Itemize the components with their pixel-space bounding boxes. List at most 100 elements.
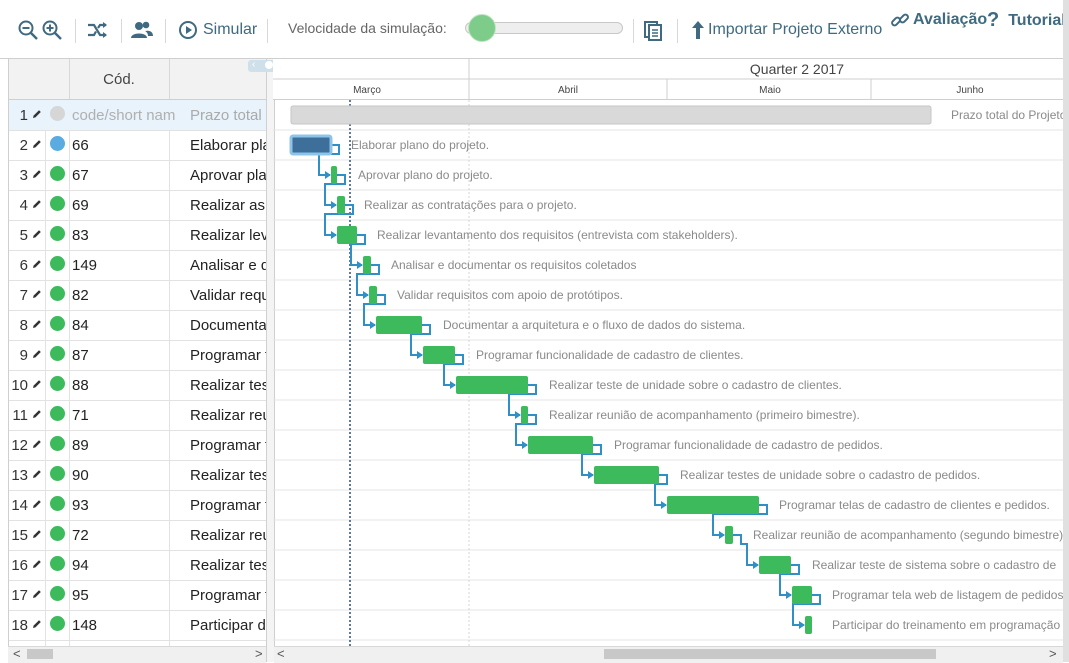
edit-pencil-icon[interactable] (32, 259, 42, 269)
edit-pencil-icon[interactable] (32, 199, 42, 209)
gantt-task-bar[interactable] (369, 286, 377, 304)
zoom-in-button[interactable] (41, 19, 63, 41)
gantt-task-bar[interactable] (521, 406, 528, 424)
cell-name[interactable]: Realizar test (190, 377, 270, 394)
cell-name[interactable]: Analisar e do (190, 257, 270, 274)
cell-cod[interactable]: 95 (72, 587, 89, 604)
gantt-task-bar[interactable] (376, 316, 422, 334)
table-row[interactable]: 2 66 Elaborar pla (9, 130, 271, 161)
edit-pencil-icon[interactable] (32, 349, 42, 359)
vertical-scrollbar[interactable] (1063, 0, 1069, 662)
cell-cod[interactable]: 66 (72, 137, 89, 154)
edit-pencil-icon[interactable] (32, 439, 42, 449)
chevron-left-icon[interactable]: ‹ (252, 59, 255, 70)
table-row[interactable]: 3 67 Aprovar plan (9, 160, 271, 191)
simulate-button[interactable]: Simular (178, 20, 257, 40)
scroll-right-icon[interactable]: > (255, 646, 263, 661)
report-button[interactable] (643, 20, 663, 42)
cell-cod[interactable]: 72 (72, 527, 89, 544)
table-row[interactable]: 18 148 Participar do (9, 610, 271, 641)
edit-pencil-icon[interactable] (32, 109, 42, 119)
cell-cod[interactable]: 67 (72, 167, 89, 184)
edit-pencil-icon[interactable] (32, 469, 42, 479)
edit-pencil-icon[interactable] (32, 559, 42, 569)
gantt-task-bar[interactable] (805, 616, 812, 634)
gantt-task-bar[interactable] (594, 466, 659, 484)
cell-name[interactable]: Programar fu (190, 437, 270, 454)
gantt-task-bar[interactable] (759, 556, 791, 574)
cell-name[interactable]: Realizar reur (190, 527, 270, 544)
cell-cod[interactable]: 88 (72, 377, 89, 394)
cell-cod[interactable]: code/short nam (72, 107, 175, 124)
import-button[interactable]: Importar Projeto Externo (691, 20, 882, 40)
table-row[interactable]: 5 83 Realizar leva (9, 220, 271, 251)
edit-pencil-icon[interactable] (32, 319, 42, 329)
table-row[interactable]: 6 149 Analisar e do (9, 250, 271, 281)
cell-name[interactable]: Realizar leva (190, 227, 270, 244)
gantt-task-bar[interactable] (423, 346, 455, 364)
cell-name[interactable]: Realizar as c (190, 197, 270, 214)
table-row[interactable]: 11 71 Realizar reun (9, 400, 271, 431)
cell-name[interactable]: Realizar test (190, 467, 270, 484)
table-row[interactable]: 8 84 Documentar (9, 310, 271, 341)
table-row[interactable]: 17 95 Programar te (9, 580, 271, 611)
dependencies-button[interactable] (86, 19, 108, 41)
cell-cod[interactable]: 90 (72, 467, 89, 484)
gantt-task-bar[interactable] (528, 436, 593, 454)
zoom-out-button[interactable] (17, 19, 39, 41)
edit-pencil-icon[interactable] (32, 529, 42, 539)
table-row[interactable]: 14 93 Programar te (9, 490, 271, 521)
gantt-task-bar[interactable] (337, 226, 357, 244)
edit-pencil-icon[interactable] (32, 589, 42, 599)
gantt-task-bar[interactable] (331, 166, 337, 184)
cell-name[interactable]: Realizar test (190, 557, 270, 574)
cell-name[interactable]: Programar fu (190, 347, 270, 364)
cell-name[interactable]: Documentar (190, 317, 270, 334)
table-row[interactable]: 10 88 Realizar test (9, 370, 271, 401)
tutorial-link[interactable]: ? Tutorial (987, 9, 1066, 32)
table-row[interactable]: 9 87 Programar fu (9, 340, 271, 371)
timeline-scroll-thumb[interactable] (604, 649, 936, 659)
speed-slider-thumb[interactable] (468, 14, 496, 42)
gantt-task-bar[interactable] (290, 105, 932, 125)
edit-pencil-icon[interactable] (32, 619, 42, 629)
table-row[interactable]: 1 code/short nam Prazo total do (9, 100, 271, 131)
grid-scroll-thumb[interactable] (27, 649, 53, 659)
cell-name[interactable]: Participar do (190, 617, 270, 634)
cell-cod[interactable]: 84 (72, 317, 89, 334)
cell-name[interactable]: Programar te (190, 497, 270, 514)
cell-cod[interactable]: 71 (72, 407, 89, 424)
gantt-task-bar[interactable] (456, 376, 528, 394)
cell-cod[interactable]: 94 (72, 557, 89, 574)
scroll-left-icon[interactable]: < (277, 646, 285, 661)
gantt-task-bar[interactable] (725, 526, 733, 544)
scroll-right-icon[interactable]: > (1049, 646, 1057, 661)
cell-cod[interactable]: 69 (72, 197, 89, 214)
gantt-task-bar[interactable] (289, 134, 333, 156)
gantt-task-bar[interactable] (363, 256, 371, 274)
edit-pencil-icon[interactable] (32, 409, 42, 419)
gantt-task-bar[interactable] (337, 196, 345, 214)
gantt-task-bar[interactable] (667, 496, 759, 514)
cell-name[interactable]: Prazo total do (190, 107, 270, 124)
table-row[interactable]: 4 69 Realizar as c (9, 190, 271, 221)
gantt-task-bar[interactable] (792, 586, 812, 604)
edit-pencil-icon[interactable] (32, 289, 42, 299)
cell-name[interactable]: Realizar reun (190, 407, 270, 424)
edit-pencil-icon[interactable] (32, 229, 42, 239)
cell-cod[interactable]: 83 (72, 227, 89, 244)
column-header-cod[interactable]: Cód. (69, 59, 170, 99)
scroll-left-icon[interactable]: < (13, 646, 21, 661)
splitter-handle-icon[interactable] (265, 61, 273, 69)
table-row[interactable]: 7 82 Validar requi (9, 280, 271, 311)
table-row[interactable]: 13 90 Realizar test (9, 460, 271, 491)
table-row[interactable]: 12 89 Programar fu (9, 430, 271, 461)
resources-button[interactable] (130, 19, 154, 41)
table-row[interactable]: 15 72 Realizar reur (9, 520, 271, 551)
cell-cod[interactable]: 93 (72, 497, 89, 514)
cell-name[interactable]: Aprovar plan (190, 167, 270, 184)
edit-pencil-icon[interactable] (32, 499, 42, 509)
cell-cod[interactable]: 149 (72, 257, 97, 274)
table-row[interactable]: 16 94 Realizar test (9, 550, 271, 581)
edit-pencil-icon[interactable] (32, 379, 42, 389)
